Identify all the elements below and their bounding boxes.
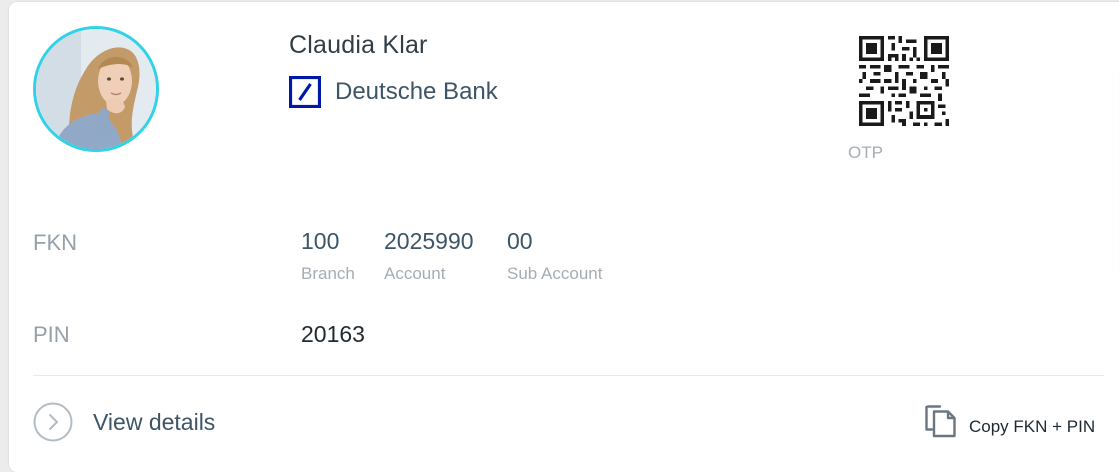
deutsche-bank-logo-icon (289, 76, 321, 108)
fkn-account-value: 2025990 (384, 228, 474, 254)
person-photo-icon (36, 29, 156, 149)
bank-info: Deutsche Bank (289, 73, 498, 111)
chevron-right-circle-icon (33, 402, 73, 442)
avatar (33, 26, 159, 152)
copy-fkn-pin-label: Copy FKN + PIN (969, 417, 1096, 436)
fkn-branch-value: 100 (301, 228, 340, 254)
view-details-button[interactable]: View details (33, 402, 215, 442)
fkn-branch-caption: Branch (301, 264, 355, 283)
fkn-sub-account-caption: Sub Account (507, 264, 603, 283)
fkn-account: 2025990 Account (384, 228, 474, 284)
fkn-sub-account-value: 00 (507, 228, 533, 254)
pin-label: PIN (33, 322, 70, 347)
otp-label: OTP (848, 143, 883, 162)
divider (33, 375, 1104, 376)
view-details-label: View details (93, 408, 216, 435)
account-holder-name: Claudia Klar (289, 31, 428, 59)
copy-fkn-pin-button[interactable]: Copy FKN + PIN (924, 402, 1095, 438)
qr-code-icon[interactable] (859, 36, 949, 126)
pin-value: 20163 (301, 321, 365, 347)
fkn-branch: 100 Branch (301, 228, 355, 284)
fkn-sub-account: 00 Sub Account (507, 228, 602, 284)
copy-icon (925, 405, 956, 438)
bank-name: Deutsche Bank (335, 78, 498, 105)
fkn-account-caption: Account (384, 264, 446, 283)
fkn-label: FKN (33, 230, 77, 255)
